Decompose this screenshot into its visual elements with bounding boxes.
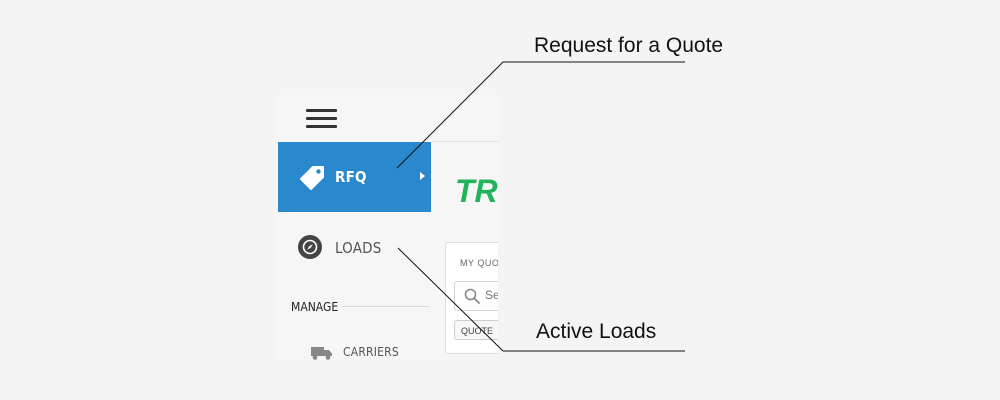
my-quotes-card: MY QUO QUOTE [445,242,498,354]
brand-logo-text: TR [455,175,498,205]
section-divider [342,306,429,307]
sidebar-item-label: LOADS [335,239,382,257]
callout-active-loads: Active Loads [536,320,657,343]
search-input[interactable] [485,287,498,303]
search-box[interactable] [454,281,498,311]
sidebar-item-rfq[interactable]: RFQ [278,142,431,212]
sidebar-item-label: CARRIERS [343,345,399,359]
header-divider [431,141,498,142]
app-screenshot: RFQ LOADS MANAGE CARRIERS TR MY QUO Se Q… [278,95,498,360]
sidebar-item-carriers[interactable]: CARRIERS [311,343,431,360]
sidebar-item-label: RFQ [335,168,367,186]
tag-icon [300,166,324,190]
truck-icon [311,347,332,360]
section-heading-manage: MANAGE [291,300,339,314]
compass-icon [298,235,322,259]
caret-right-icon [420,172,425,180]
quote-button[interactable]: QUOTE [454,320,498,340]
callout-request-for-quote: Request for a Quote [534,34,724,57]
search-icon [464,288,480,304]
callout-leader-lines [396,61,685,352]
brand-logo: TR [455,175,498,205]
hamburger-menu-icon[interactable] [306,109,338,128]
card-title: MY QUO [460,258,498,268]
sidebar-item-loads[interactable]: LOADS [278,222,431,272]
